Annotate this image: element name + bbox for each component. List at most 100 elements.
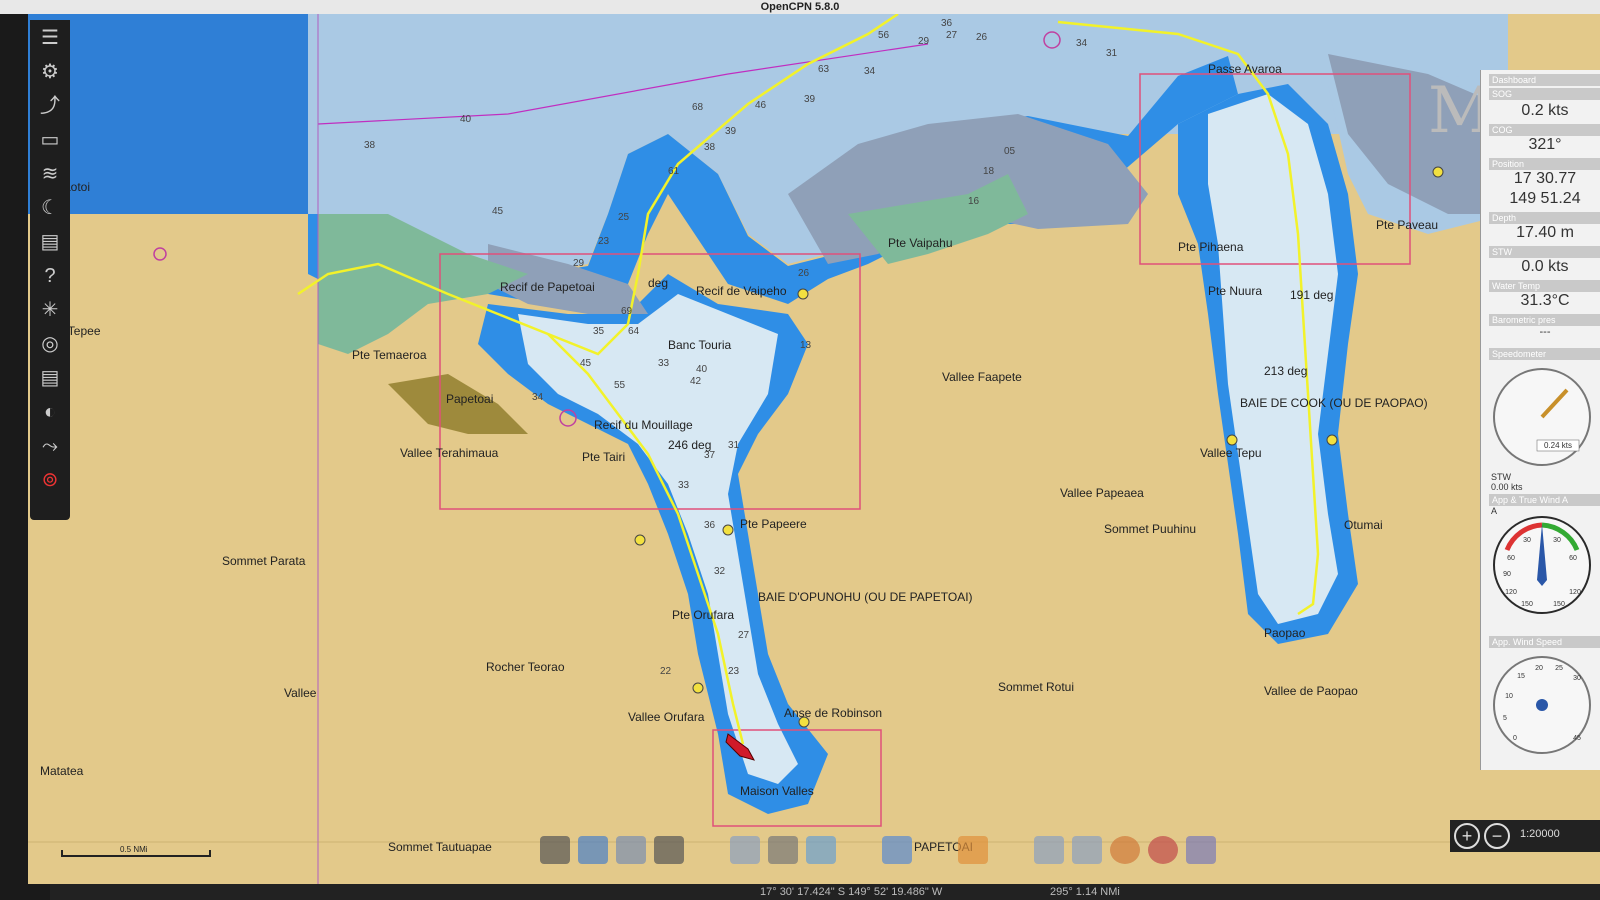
app-icon-3[interactable] bbox=[882, 836, 912, 864]
longitude-value: 149 51.24 bbox=[1509, 190, 1581, 207]
wind-tick: 60 bbox=[1507, 555, 1515, 562]
depth-sounding: 45 bbox=[492, 206, 504, 217]
place-label: BAIE D'OPUNOHU (OU DE PAPETOAI) bbox=[758, 590, 973, 604]
kde-icon[interactable] bbox=[616, 836, 646, 864]
app-icon[interactable] bbox=[730, 836, 760, 864]
depth-sounding: 34 bbox=[1076, 38, 1088, 49]
route-icon[interactable]: ⤴ bbox=[36, 92, 64, 120]
place-label: Paopao bbox=[1264, 626, 1306, 640]
tide-icon[interactable]: ☾ bbox=[36, 194, 64, 222]
app-icon-6[interactable] bbox=[1072, 836, 1102, 864]
help-icon[interactable]: ? bbox=[36, 262, 64, 290]
depth-sounding: 29 bbox=[573, 258, 585, 269]
place-label: 191 deg bbox=[1290, 288, 1334, 302]
baro-label: Barometric pres bbox=[1489, 314, 1600, 326]
place-label: Vallee bbox=[284, 686, 317, 700]
waypoint-marker[interactable] bbox=[1226, 434, 1238, 446]
document-icon[interactable]: ▭ bbox=[36, 126, 64, 154]
place-label: 213 deg bbox=[1264, 364, 1308, 378]
place-label: deg bbox=[648, 276, 669, 290]
place-label: Pte Nuura bbox=[1208, 284, 1263, 298]
place-label: Banc Touria bbox=[668, 338, 732, 352]
compass-icon[interactable]: ◐ bbox=[36, 398, 64, 426]
terminal-icon[interactable] bbox=[540, 836, 570, 864]
wind-speed-tick: 5 bbox=[1503, 715, 1507, 722]
window-title: OpenCPN 5.8.0 bbox=[0, 0, 1600, 14]
power-icon[interactable] bbox=[1148, 836, 1178, 864]
app-icon-5[interactable] bbox=[1034, 836, 1064, 864]
print-icon[interactable]: ▤ bbox=[36, 228, 64, 256]
waypoint-marker[interactable] bbox=[797, 288, 809, 300]
weather-icon[interactable]: ✳ bbox=[36, 296, 64, 324]
browser-icon[interactable] bbox=[1110, 836, 1140, 864]
chart-canvas[interactable]: 56 29 36 27 26 34 31 63 34 68 46 39 40 3… bbox=[28, 14, 1600, 884]
place-label: Vallee Terahimaua bbox=[400, 446, 499, 460]
app-icon-4[interactable] bbox=[958, 836, 988, 864]
place-label: BAIE DE COOK (OU DE PAOPAO) bbox=[1240, 396, 1428, 410]
app-icon-7[interactable] bbox=[1186, 836, 1216, 864]
place-label: Sommet Parata bbox=[222, 554, 306, 568]
depth-sounding: 69 bbox=[621, 306, 633, 317]
place-label: Pte Paveau bbox=[1376, 218, 1439, 232]
wind-speed-tick: 30 bbox=[1573, 675, 1581, 682]
menu-icon[interactable]: ☰ bbox=[36, 24, 64, 52]
wind-speed-tick: 25 bbox=[1555, 665, 1563, 672]
place-label: Sommet Rotui bbox=[998, 680, 1075, 694]
waypoint-marker[interactable] bbox=[722, 524, 734, 536]
help-app-icon[interactable] bbox=[768, 836, 798, 864]
wind-speed-label: App. Wind Speed bbox=[1489, 636, 1600, 648]
waypoint-marker[interactable] bbox=[634, 534, 646, 546]
depth-sounding: 45 bbox=[580, 358, 592, 369]
app-icon-2[interactable] bbox=[806, 836, 836, 864]
depth-value: 17.40 m bbox=[1516, 224, 1574, 241]
depth-sounding: 23 bbox=[598, 236, 610, 247]
depth-sounding: 26 bbox=[798, 268, 810, 279]
files-icon[interactable] bbox=[578, 836, 608, 864]
depth-label: Depth bbox=[1489, 212, 1600, 224]
settings-icon[interactable]: ⚙ bbox=[36, 58, 64, 86]
nautical-chart-svg[interactable]: 56 29 36 27 26 34 31 63 34 68 46 39 40 3… bbox=[28, 14, 1600, 884]
depth-sounding: 39 bbox=[804, 94, 816, 105]
depth-sounding: 56 bbox=[878, 30, 890, 41]
depth-sounding: 13 bbox=[800, 340, 812, 351]
depth-sounding: 27 bbox=[738, 630, 750, 641]
depth-sounding: 32 bbox=[714, 566, 726, 577]
depth-sounding: 63 bbox=[818, 64, 830, 75]
lifebuoy-icon[interactable]: ⊚ bbox=[36, 466, 64, 494]
depth-sounding: 31 bbox=[1106, 48, 1118, 59]
print-icon-2[interactable]: ▤ bbox=[36, 364, 64, 392]
waypoint-marker[interactable] bbox=[1432, 166, 1444, 178]
ais-icon[interactable]: ◎ bbox=[36, 330, 64, 358]
track-icon[interactable]: ⤳ bbox=[36, 432, 64, 460]
wind-tick: 30 bbox=[1553, 537, 1561, 544]
depth-sounding: 34 bbox=[864, 66, 876, 77]
depth-sounding: 34 bbox=[532, 392, 544, 403]
position-label: Position bbox=[1489, 158, 1600, 170]
waypoint-marker[interactable] bbox=[1326, 434, 1338, 446]
speed-readout: 0.24 kts bbox=[1544, 441, 1572, 450]
depth-sounding: 27 bbox=[946, 30, 958, 41]
place-label: Matatea bbox=[40, 764, 84, 778]
zoom-out-button[interactable]: − bbox=[1484, 823, 1510, 849]
chart-icon[interactable]: ≋ bbox=[36, 160, 64, 188]
depth-sounding: 35 bbox=[593, 326, 605, 337]
cursor-position: 17° 30' 17.424" S 149° 52' 19.486" W bbox=[760, 886, 943, 898]
depth-sounding: 40 bbox=[696, 364, 708, 375]
place-label: Anse de Robinson bbox=[784, 706, 883, 720]
wind-speed-tick: 10 bbox=[1505, 693, 1513, 700]
depth-sounding: 64 bbox=[628, 326, 640, 337]
zoom-in-button[interactable]: + bbox=[1454, 823, 1480, 849]
waypoint-marker[interactable] bbox=[692, 682, 704, 694]
depth-sounding: 29 bbox=[918, 36, 930, 47]
depth-sounding: 61 bbox=[668, 166, 680, 177]
wind-tick: 60 bbox=[1569, 555, 1577, 562]
place-label: Pte Orufara bbox=[672, 608, 735, 622]
water-temp-label: Water Temp bbox=[1489, 280, 1600, 292]
terminal-icon-2[interactable] bbox=[654, 836, 684, 864]
wind-tick: 150 bbox=[1553, 601, 1565, 608]
sog-value: 0.2 kts bbox=[1521, 102, 1569, 119]
dashboard-panel: Dashboard SOG 0.2 kts COG 321° Position … bbox=[1480, 70, 1600, 770]
water-temp-value: 31.3°C bbox=[1520, 292, 1570, 309]
zoom-ratio: 1:20000 bbox=[1520, 828, 1560, 840]
speedometer-label: Speedometer bbox=[1489, 348, 1600, 360]
